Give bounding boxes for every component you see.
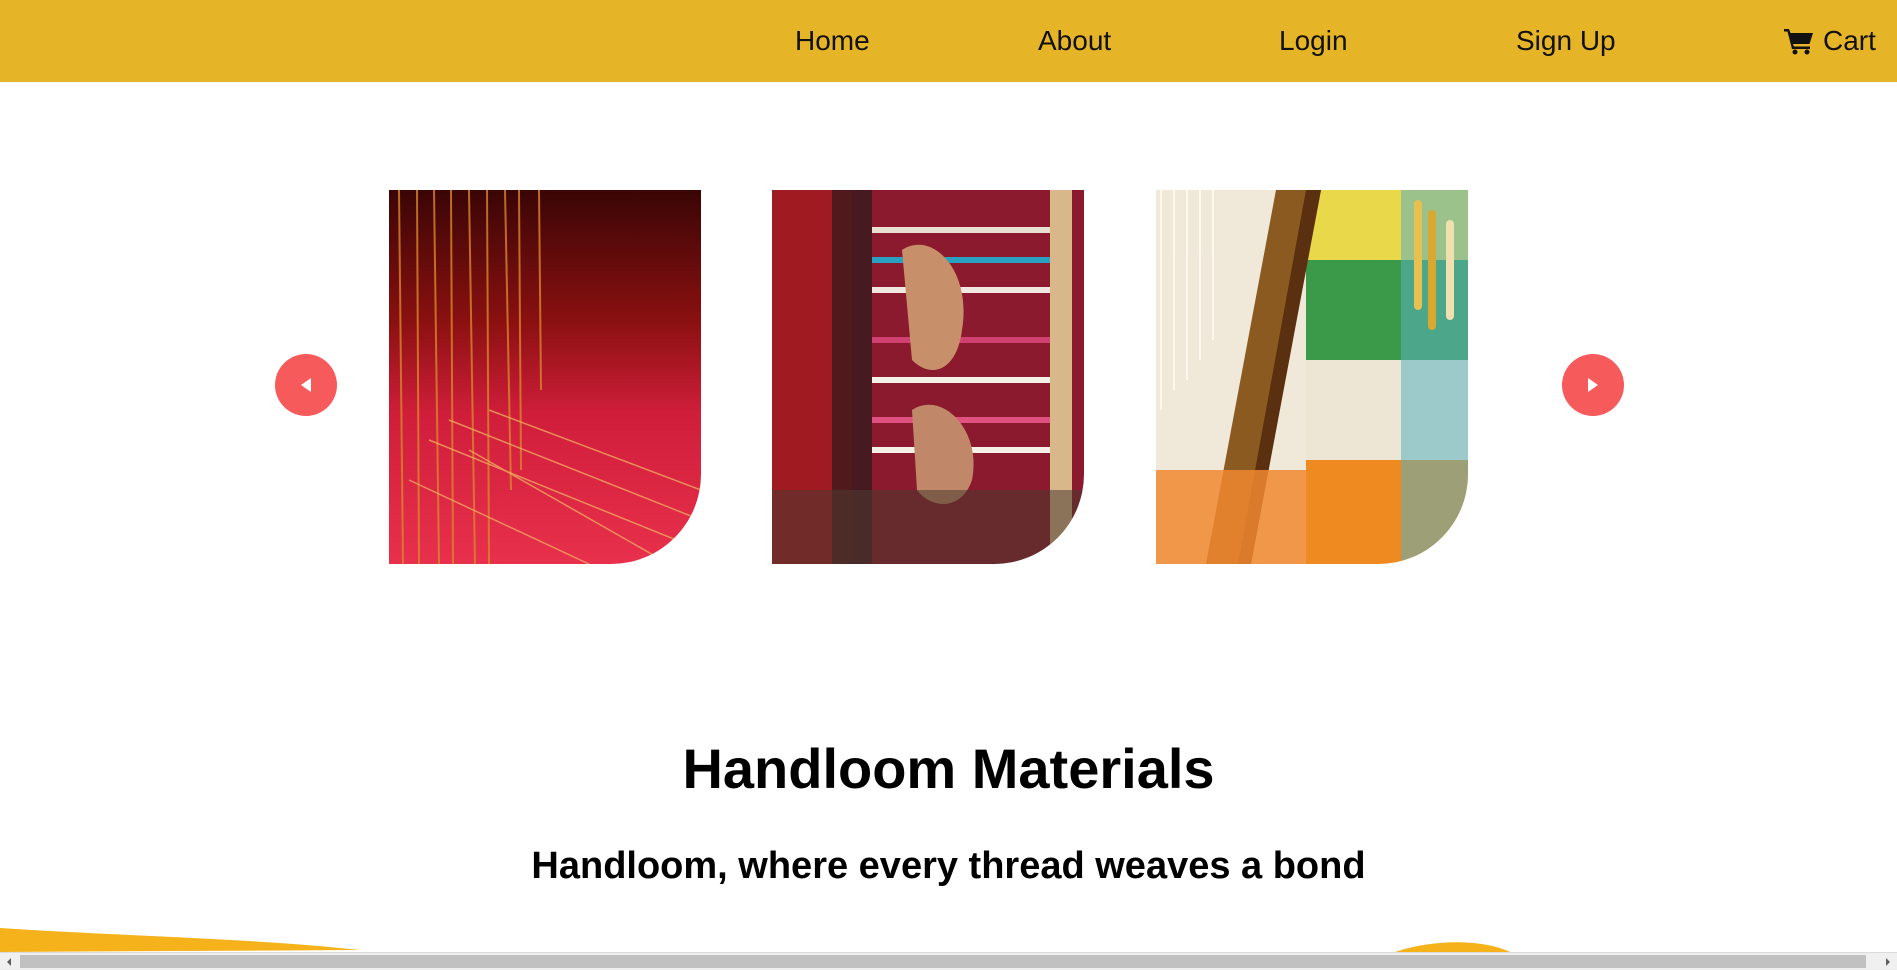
carousel-slide-hands-weaving	[772, 190, 1084, 564]
scroll-right-icon	[1886, 958, 1890, 966]
scroll-right-arrow[interactable]	[1879, 953, 1897, 971]
nav-login-link[interactable]: Login	[1279, 0, 1348, 82]
caret-right-icon	[1588, 378, 1598, 392]
page-subtitle: Handloom, where every thread weaves a bo…	[531, 845, 1366, 887]
carousel-prev-button[interactable]	[275, 354, 337, 416]
nav-cart-link[interactable]: Cart	[1783, 0, 1876, 82]
caret-left-icon	[301, 378, 311, 392]
carousel-slide-red-loom	[389, 190, 701, 564]
horizontal-scrollbar[interactable]	[0, 952, 1897, 970]
top-navbar: Home About Login Sign Up Cart	[0, 0, 1897, 82]
carousel-next-button[interactable]	[1562, 354, 1624, 416]
carousel-slide-colorful-loom	[1156, 190, 1468, 564]
nav-about-link[interactable]: About	[1038, 0, 1111, 82]
red-loom-image	[389, 190, 701, 564]
hands-weaving-image	[772, 190, 1084, 564]
scrollbar-thumb[interactable]	[20, 955, 1866, 968]
shopping-cart-icon	[1784, 29, 1813, 55]
nav-home-link[interactable]: Home	[795, 0, 870, 82]
cart-label: Cart	[1823, 25, 1876, 56]
scroll-left-arrow[interactable]	[0, 953, 18, 971]
scroll-left-icon	[7, 958, 11, 966]
colorful-loom-image	[1156, 190, 1468, 564]
page-title: Handloom Materials	[682, 737, 1215, 800]
decorative-wave	[0, 928, 1510, 952]
nav-signup-link[interactable]: Sign Up	[1516, 0, 1616, 82]
